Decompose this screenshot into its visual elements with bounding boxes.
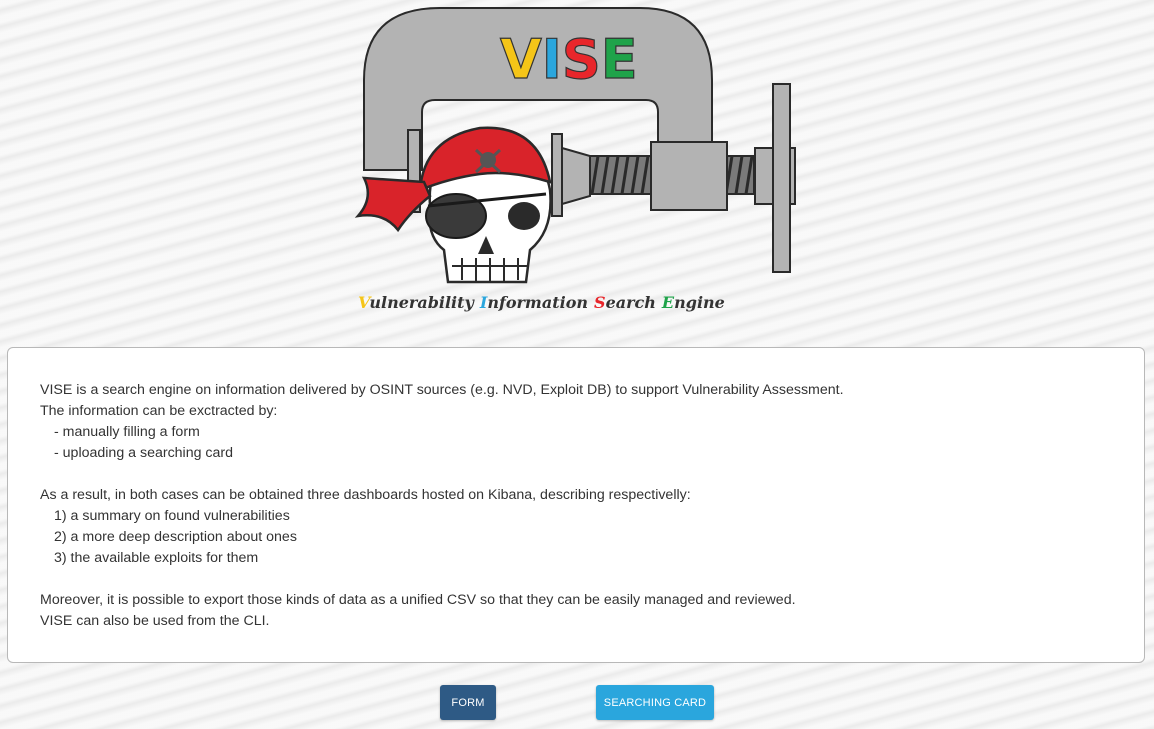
logo-title-i: I [542,28,562,91]
form-button[interactable]: FORM [440,685,496,720]
result-intro-text: As a result, in both cases can be obtain… [40,487,691,503]
logo-title: VISE [500,28,638,91]
tagline-word-4-rest: ngine [674,293,725,312]
tagline-word-3-initial: S [594,293,606,312]
clamp-jaw-icon [551,133,563,217]
extract-option-form: - manually filling a form [54,424,200,440]
dashboard-item-summary: 1) a summary on found vulnerabilities [54,508,290,524]
extract-option-card: - uploading a searching card [54,445,234,461]
logo-title-v: V [500,28,542,91]
intro-text: VISE is a search engine on information d… [40,382,844,398]
cli-note-text: VISE can also be used from the CLI. [40,613,270,629]
extract-intro-text: The information can be exctracted by: [40,403,278,419]
dashboard-item-description: 2) a more deep description about ones [54,529,297,545]
logo-title-e: E [601,28,638,91]
tagline-word-1-rest: ulnerability [369,293,475,312]
tagline-word-4-initial: E [661,293,675,312]
export-note-text: Moreover, it is possible to export those… [40,592,796,608]
dashboard-item-exploits: 3) the available exploits for them [54,550,259,566]
logo-title-s: S [562,28,601,91]
tagline-word-3-rest: earch [606,293,656,312]
searching-card-button[interactable]: SEARCHING CARD [596,685,714,720]
vise-logo: VISE Vulnerability Information Search Engin… [354,7,796,312]
logo-tagline: Vulnerability Information Search Engine [358,293,725,312]
tagline-word-2-rest: nformation [487,293,588,312]
description-card: VISE is a search engine on information d… [7,347,1145,663]
